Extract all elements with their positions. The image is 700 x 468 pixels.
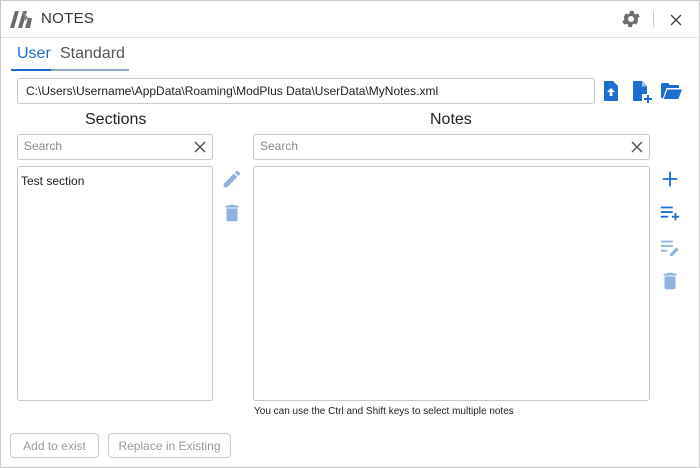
add-to-exist-button[interactable]: Add to exist [10, 433, 99, 458]
folder-open-icon[interactable] [659, 79, 683, 103]
title-bar: NOTES [1, 1, 699, 38]
tab-user[interactable]: User [17, 45, 51, 63]
sections-heading: Sections [85, 111, 147, 128]
clear-search-icon[interactable] [629, 139, 645, 155]
tab-active-indicator [11, 69, 51, 71]
notes-heading: Notes [430, 111, 472, 128]
sections-search-input[interactable] [24, 138, 180, 154]
sections-list[interactable]: Test section [17, 166, 213, 401]
notes-search-input[interactable] [260, 138, 576, 154]
pencil-icon[interactable] [221, 168, 243, 190]
notes-window: NOTES User Standard C:\Users\Username\Ap… [0, 0, 700, 468]
trash-icon[interactable] [659, 270, 681, 292]
file-upload-icon[interactable] [599, 79, 623, 103]
file-path-field[interactable]: C:\Users\Username\AppData\Roaming\ModPlu… [17, 78, 595, 104]
notes-list[interactable] [253, 166, 650, 401]
playlist-edit-icon[interactable] [659, 236, 681, 258]
playlist-add-icon[interactable] [659, 202, 681, 224]
list-item[interactable]: Test section [21, 174, 84, 188]
modplus-logo-icon [10, 11, 32, 28]
file-path-text: C:\Users\Username\AppData\Roaming\ModPlu… [26, 84, 439, 98]
tab-standard[interactable]: Standard [60, 45, 125, 63]
close-icon[interactable] [665, 9, 687, 31]
plus-icon[interactable] [659, 168, 681, 190]
file-add-icon[interactable] [629, 79, 653, 103]
replace-in-existing-button[interactable]: Replace in Existing [108, 433, 231, 458]
window-title: NOTES [41, 10, 95, 27]
sections-search [17, 134, 213, 160]
clear-search-icon[interactable] [192, 139, 208, 155]
titlebar-separator [653, 11, 654, 27]
trash-icon[interactable] [221, 202, 243, 224]
notes-search [253, 134, 650, 160]
gear-icon[interactable] [620, 8, 642, 30]
multi-select-hint: You can use the Ctrl and Shift keys to s… [254, 406, 514, 417]
